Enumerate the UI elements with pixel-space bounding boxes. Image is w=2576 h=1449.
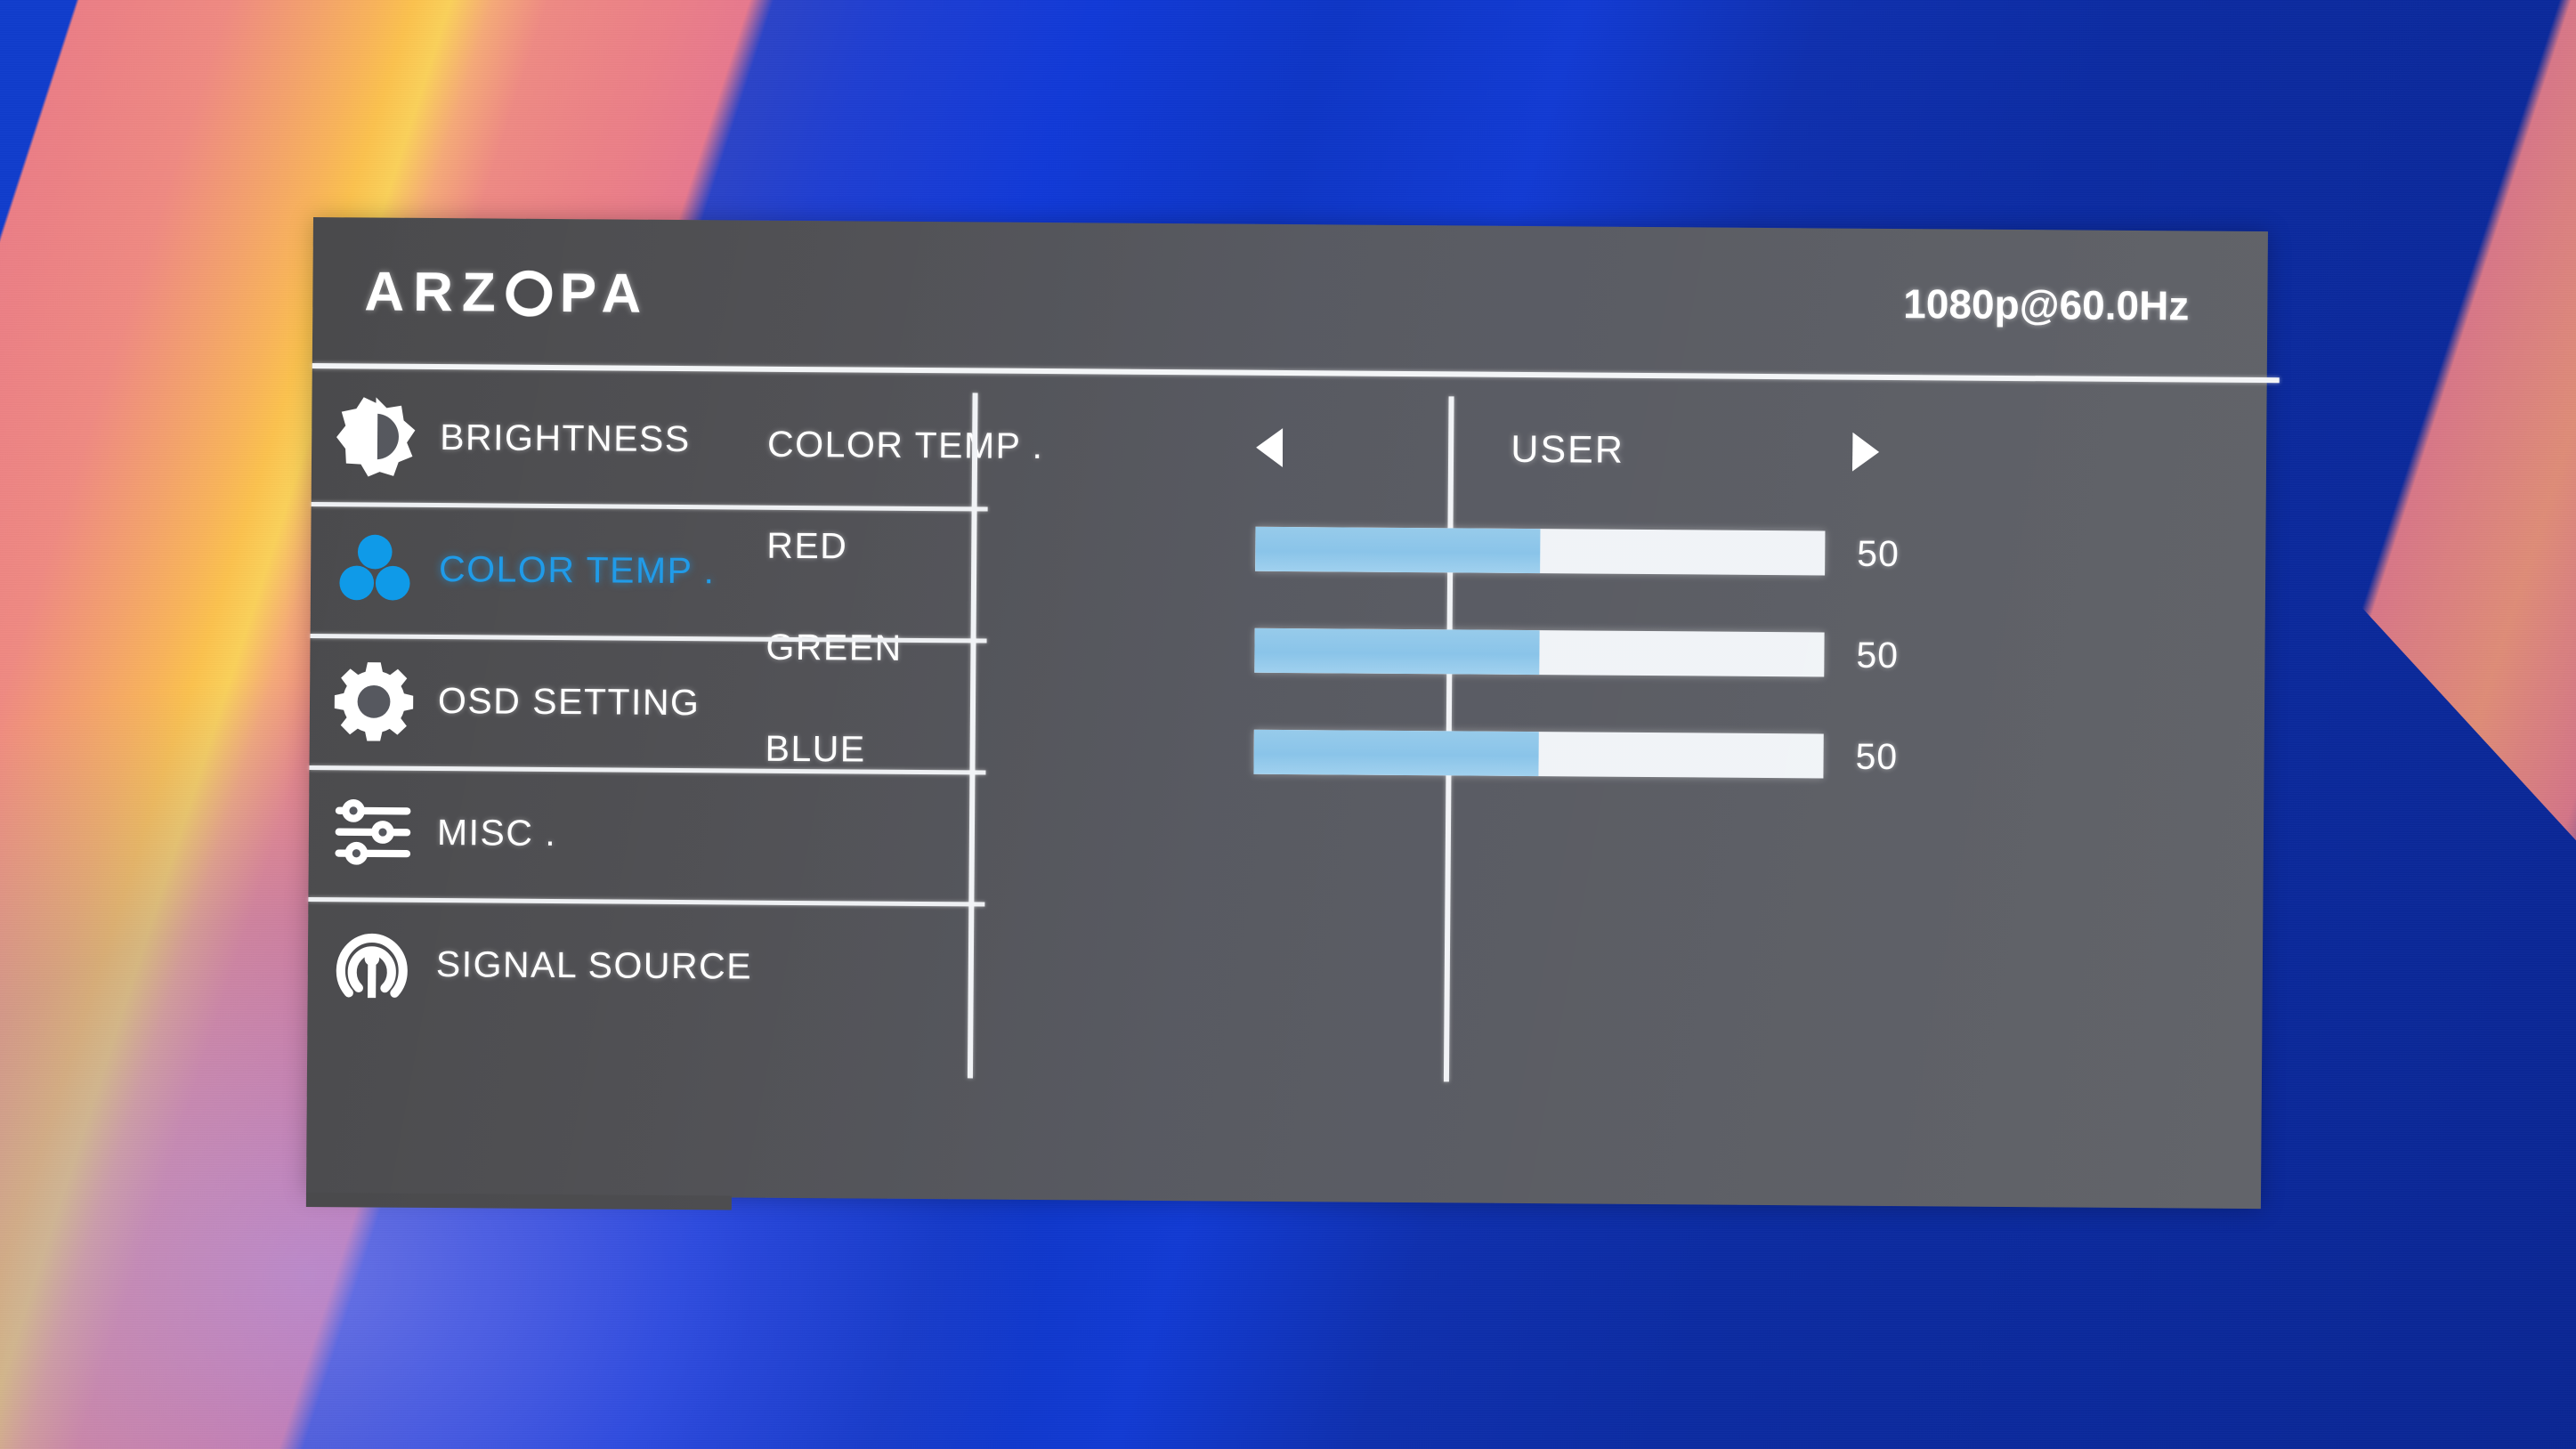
osd-menu-panel: ARZ PA 1080p@60.0Hz BRIGHTNESS COLOR TEM… [305,217,2280,1210]
osd-body: BRIGHTNESS COLOR TEMP . OSD SETTING MISC… [306,367,2267,1209]
sidebar-item-color-temp[interactable]: COLOR TEMP . [311,502,737,636]
osd-header: ARZ PA 1080p@60.0Hz [312,217,2280,384]
green-value: 50 [1856,634,1900,676]
option-value-column: USER 50 50 50 [1208,373,2267,1209]
red-value: 50 [1857,532,1900,574]
red-slider-fill [1255,526,1541,574]
red-slider-track[interactable] [1255,526,1826,576]
green-slider-row: 50 [1254,600,2265,708]
resolution-status: 1080p@60.0Hz [1903,280,2190,329]
gear-icon [333,659,416,741]
sidebar-item-label: SIGNAL SOURCE [435,943,753,987]
sidebar-item-osd-setting[interactable]: OSD SETTING [309,634,735,768]
green-slider-track[interactable] [1254,627,1825,677]
logo-text-suffix: PA [559,263,651,325]
triangle-right-icon[interactable] [1852,433,1879,472]
sidebar-item-label: MISC . [436,811,557,854]
blue-slider-fill [1253,729,1539,777]
signal-source-icon [331,922,414,1005]
sidebar-item-signal-source[interactable]: SIGNAL SOURCE [307,897,752,1032]
sidebar-item-label: BRIGHTNESS [440,416,691,459]
blue-slider-row: 50 [1253,701,2264,810]
triangle-left-icon[interactable] [1256,428,1283,467]
sliders-icon [332,790,415,873]
color-temp-selector-row: USER [1256,397,2267,506]
red-slider-row: 50 [1255,498,2266,607]
option-label-red: RED [766,524,848,566]
green-slider[interactable]: 50 [1254,627,1927,678]
color-temp-selector[interactable]: USER [1256,425,1879,474]
blue-slider[interactable]: 50 [1253,729,1926,780]
color-temp-value: USER [1511,427,1625,472]
color-temp-icon [334,527,417,610]
monitor-screen: ARZ PA 1080p@60.0Hz BRIGHTNESS COLOR TEM… [0,0,2576,1449]
sidebar-item-label: COLOR TEMP . [438,547,716,591]
sidebar-item-brightness[interactable]: BRIGHTNESS [312,370,738,505]
sidebar-item-misc[interactable]: MISC . [308,765,734,900]
option-label-color-temp: COLOR TEMP . [766,423,1044,466]
brightness-icon [335,395,417,478]
red-slider[interactable]: 50 [1255,526,1928,577]
sidebar-item-label: OSD SETTING [437,679,701,723]
logo-o-circle-icon [504,268,555,320]
option-label-blue: BLUE [765,727,866,770]
blue-slider-track[interactable] [1253,729,1824,779]
blue-value: 50 [1855,735,1899,777]
osd-sidebar: BRIGHTNESS COLOR TEMP . OSD SETTING MISC… [306,367,752,1197]
green-slider-fill [1254,627,1540,676]
logo-text-prefix: ARZ [364,261,506,324]
option-label-green: GREEN [766,626,903,668]
arzopa-logo: ARZ PA [364,261,651,325]
